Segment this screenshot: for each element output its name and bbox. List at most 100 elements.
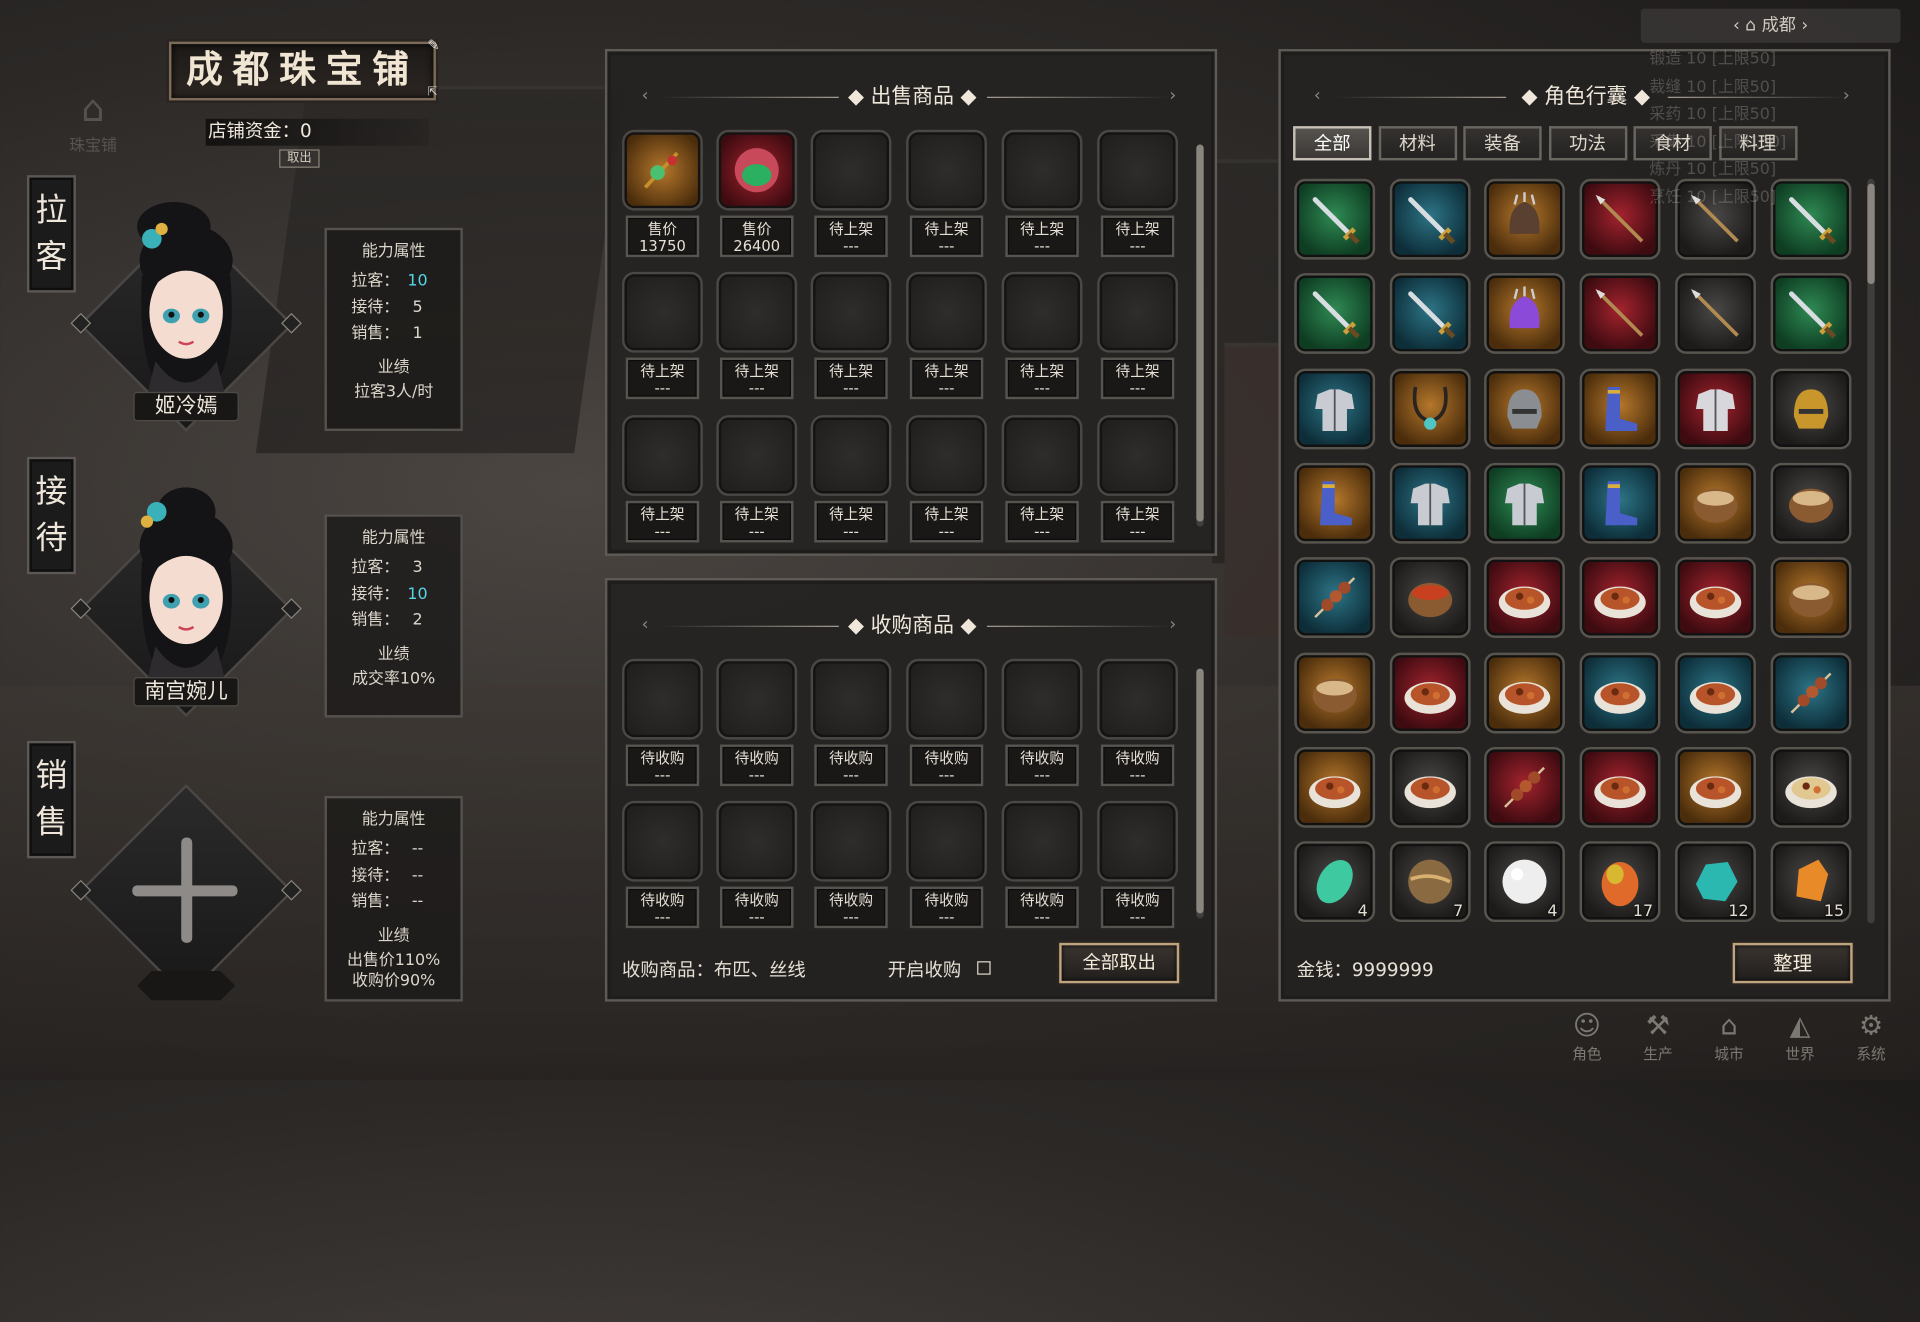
bag-item[interactable] — [1389, 462, 1471, 544]
bag-item[interactable] — [1389, 178, 1471, 260]
bag-item[interactable] — [1675, 273, 1756, 355]
sell-slot[interactable] — [622, 415, 703, 496]
nav-character[interactable]: ☺ 角色 — [1560, 1011, 1614, 1064]
withdraw-funds-button[interactable]: 取出 — [279, 149, 320, 168]
sell-slot[interactable] — [1097, 271, 1178, 353]
bag-item[interactable] — [1294, 273, 1376, 355]
slot-price: --- — [748, 908, 765, 926]
bag-item[interactable] — [1579, 178, 1661, 260]
ghost-skill-row: 烹饪 10 [上限50] — [1649, 187, 1777, 207]
sell-slot[interactable] — [906, 415, 987, 496]
buy-slot[interactable] — [716, 800, 798, 882]
sell-slot[interactable] — [622, 129, 703, 211]
bag-item[interactable] — [1579, 462, 1661, 544]
city-selector[interactable]: ‹ ⌂ 成都 › — [1640, 8, 1901, 43]
nav-production[interactable]: ⚒ 生产 — [1631, 1011, 1685, 1064]
nav-world[interactable]: ◭ 世界 — [1773, 1011, 1827, 1064]
bag-item[interactable] — [1579, 746, 1661, 828]
bag-item[interactable] — [1484, 746, 1565, 828]
sell-slot[interactable] — [716, 271, 798, 353]
bag-item[interactable]: 15 — [1770, 841, 1852, 923]
buy-slot[interactable] — [810, 658, 892, 740]
buy-slot[interactable] — [906, 800, 987, 882]
role-tab-1[interactable]: 接待 — [26, 456, 76, 575]
bag-item[interactable] — [1294, 462, 1376, 544]
buy-slot[interactable] — [906, 658, 987, 740]
bag-item[interactable] — [1675, 557, 1756, 639]
bag-scrollbar[interactable] — [1867, 178, 1875, 924]
bag-item[interactable] — [1770, 273, 1852, 355]
bag-item[interactable] — [1389, 746, 1471, 828]
buy-slot[interactable] — [1001, 800, 1083, 882]
bag-item[interactable] — [1484, 368, 1565, 449]
sell-slot[interactable] — [716, 415, 798, 496]
sell-slot[interactable] — [1097, 129, 1178, 211]
buy-slot[interactable] — [810, 800, 892, 882]
buy-slot[interactable] — [622, 800, 703, 882]
bag-item[interactable] — [1389, 368, 1471, 449]
bag-item[interactable] — [1675, 746, 1756, 828]
sell-slot[interactable] — [1001, 415, 1083, 496]
bag-item[interactable] — [1484, 557, 1565, 639]
bag-item[interactable] — [1579, 273, 1661, 355]
bag-item[interactable] — [1294, 746, 1376, 828]
bag-item[interactable] — [1389, 557, 1471, 639]
bag-tab-1[interactable]: 材料 — [1378, 126, 1457, 161]
sell-slot[interactable] — [1001, 271, 1083, 353]
bag-item[interactable]: 12 — [1675, 841, 1756, 923]
sell-slot[interactable] — [1097, 415, 1178, 496]
bag-item[interactable] — [1579, 652, 1661, 733]
bag-item[interactable] — [1294, 178, 1376, 260]
buy-slot[interactable] — [1097, 658, 1178, 740]
sell-slot[interactable] — [716, 129, 798, 211]
nav-system[interactable]: ⚙ 系统 — [1844, 1011, 1898, 1064]
bag-item[interactable] — [1294, 557, 1376, 639]
bag-tab-2[interactable]: 装备 — [1463, 126, 1542, 161]
bag-item[interactable] — [1675, 368, 1756, 449]
role-tab-2[interactable]: 销售 — [26, 740, 76, 859]
bag-item[interactable] — [1675, 462, 1756, 544]
bag-item[interactable] — [1484, 178, 1565, 260]
sell-scroll-thumb[interactable] — [1196, 144, 1204, 522]
bag-item[interactable] — [1770, 462, 1852, 544]
bag-item[interactable] — [1294, 368, 1376, 449]
sell-slot[interactable] — [810, 271, 892, 353]
bag-tab-0[interactable]: 全部 — [1293, 126, 1372, 161]
sell-slot[interactable] — [906, 129, 987, 211]
nav-city[interactable]: ⌂ 城市 — [1702, 1011, 1756, 1064]
bag-item[interactable]: 7 — [1389, 841, 1471, 923]
role-tab-0[interactable]: 拉客 — [26, 175, 76, 293]
bag-item[interactable] — [1389, 273, 1471, 355]
bag-item[interactable]: 17 — [1579, 841, 1661, 923]
edit-icon[interactable]: ✎ — [427, 37, 439, 54]
bag-item[interactable] — [1770, 557, 1852, 639]
bag-item[interactable] — [1770, 368, 1852, 449]
take-all-button[interactable]: 全部取出 — [1059, 942, 1180, 984]
sort-button[interactable]: 整理 — [1732, 942, 1853, 984]
bag-tab-3[interactable]: 功法 — [1548, 126, 1627, 161]
bag-item[interactable]: 4 — [1294, 841, 1376, 923]
bag-item[interactable] — [1294, 652, 1376, 733]
buy-slot[interactable] — [1001, 658, 1083, 740]
sell-slot[interactable] — [810, 129, 892, 211]
buy-slot[interactable] — [716, 658, 798, 740]
bag-item[interactable] — [1770, 652, 1852, 733]
buy-toggle-checkbox[interactable] — [977, 961, 991, 975]
bag-item[interactable] — [1675, 652, 1756, 733]
buy-slot[interactable] — [1097, 800, 1178, 882]
sell-slot[interactable] — [810, 415, 892, 496]
bag-item[interactable] — [1389, 652, 1471, 733]
bag-item[interactable] — [1484, 462, 1565, 544]
bag-item[interactable] — [1484, 652, 1565, 733]
sell-slot[interactable] — [1001, 129, 1083, 211]
buy-slot[interactable] — [622, 658, 703, 740]
bag-item[interactable] — [1579, 557, 1661, 639]
bag-item[interactable] — [1484, 273, 1565, 355]
add-character-button[interactable] — [132, 837, 240, 946]
bag-item[interactable] — [1579, 368, 1661, 449]
sell-slot[interactable] — [622, 271, 703, 353]
bag-item[interactable] — [1770, 746, 1852, 828]
bag-item[interactable]: 4 — [1484, 841, 1565, 923]
buy-scroll-thumb[interactable] — [1196, 668, 1204, 914]
sell-slot[interactable] — [906, 271, 987, 353]
